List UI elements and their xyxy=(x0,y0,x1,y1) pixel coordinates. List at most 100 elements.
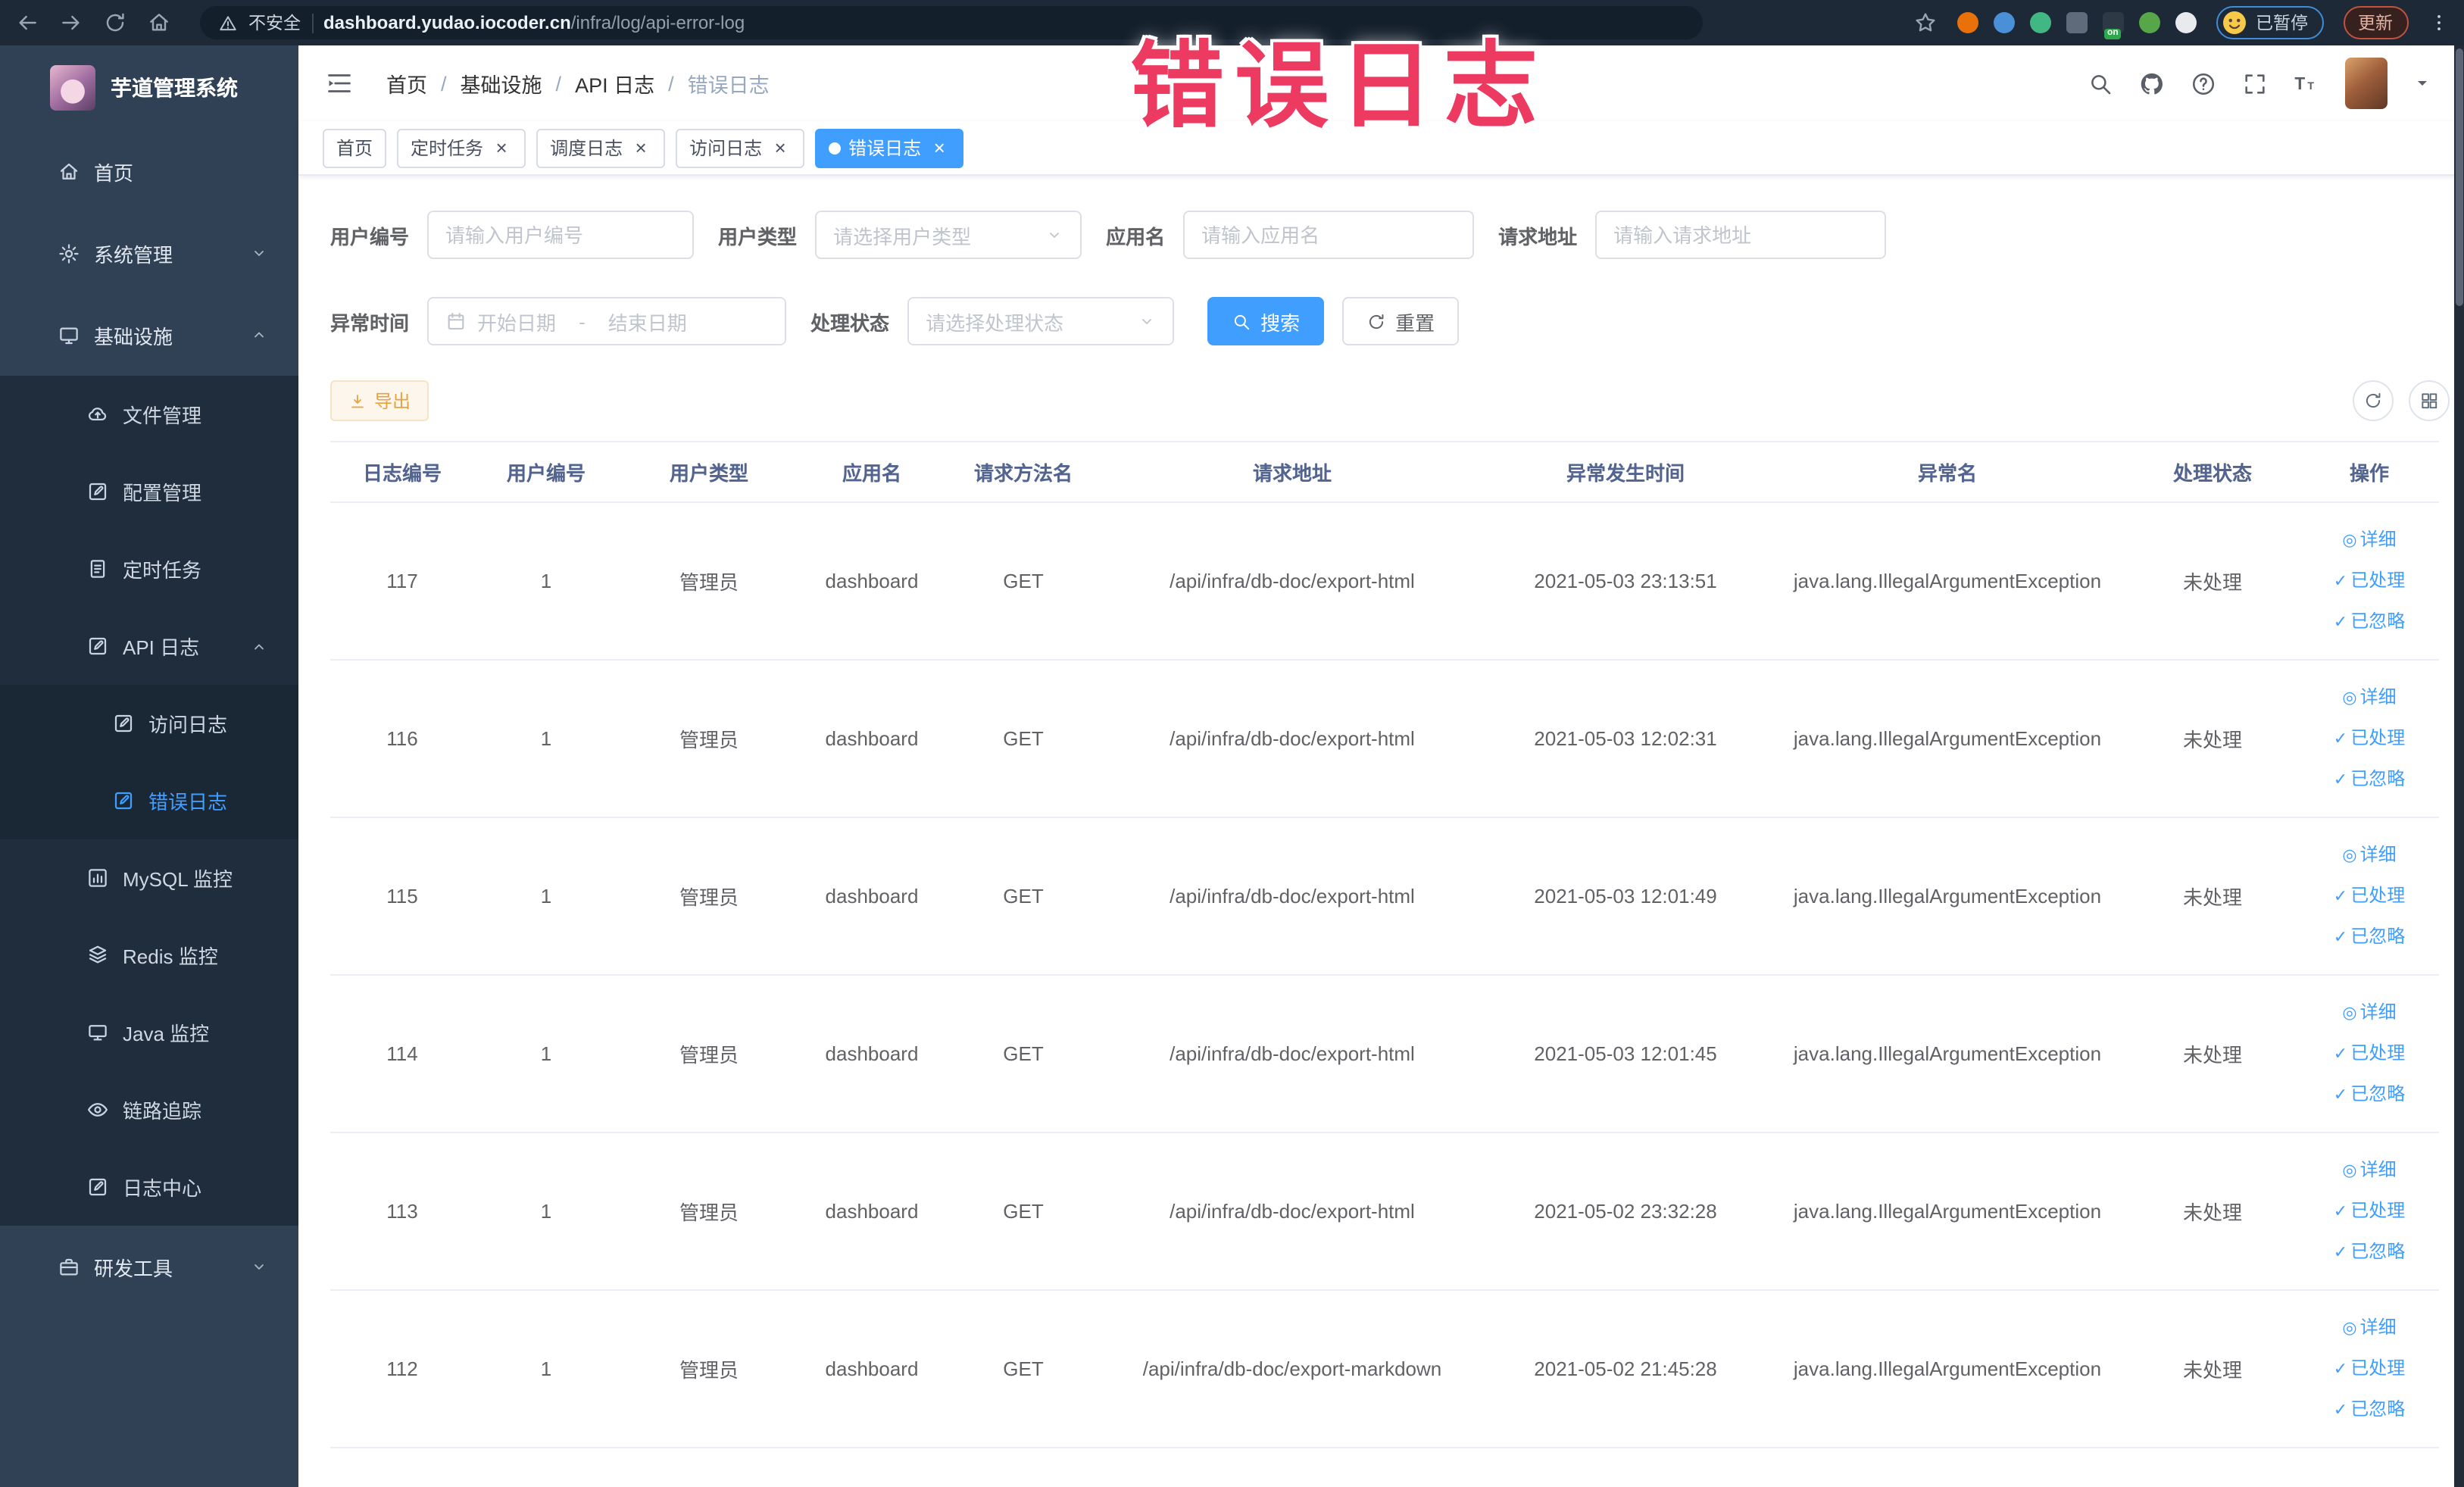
mark-processed-link[interactable]: ✓ 已处理 xyxy=(2306,1191,2433,1232)
export-button[interactable]: 导出 xyxy=(330,380,429,421)
browser-menu-icon[interactable] xyxy=(2428,11,2449,35)
cell-method: GET xyxy=(944,660,1103,818)
request-url-input[interactable] xyxy=(1595,211,1887,259)
browser-reload-icon[interactable] xyxy=(103,11,127,35)
sidebar-item-4[interactable]: 配置管理 xyxy=(0,453,298,530)
tab-访问日志[interactable]: 访问日志 × xyxy=(676,128,805,167)
search-button-label: 搜索 xyxy=(1260,311,1301,334)
detail-link[interactable]: ◎ 详细 xyxy=(2306,677,2433,718)
detail-link[interactable]: ◎ 详细 xyxy=(2306,992,2433,1033)
switch-on-extension-icon[interactable]: on xyxy=(2103,12,2124,39)
sidebar-item-10[interactable]: Redis 监控 xyxy=(0,917,298,994)
mark-processed-link[interactable]: ✓ 已处理 xyxy=(2306,561,2433,601)
user-avatar[interactable] xyxy=(2344,58,2387,109)
grid-extension-icon[interactable] xyxy=(2066,12,2088,33)
cell-user_type: 管理员 xyxy=(618,817,800,976)
edit-square-icon xyxy=(86,480,109,503)
detail-link[interactable]: ◎ 详细 xyxy=(2306,1150,2433,1191)
browser-back-icon[interactable] xyxy=(15,11,39,35)
tab-首页[interactable]: 首页 xyxy=(323,128,387,167)
tab-close-icon[interactable]: × xyxy=(770,136,791,158)
mark-processed-link[interactable]: ✓ 已处理 xyxy=(2306,876,2433,917)
sidebar-item-14[interactable]: 研发工具 xyxy=(0,1226,298,1307)
sidebar-item-12[interactable]: 链路追踪 xyxy=(0,1071,298,1148)
github-icon[interactable] xyxy=(2138,70,2164,96)
sidebar-item-9[interactable]: MySQL 监控 xyxy=(0,839,298,917)
mark-ignored-link-label: 已忽略 xyxy=(2350,768,2406,789)
reset-button[interactable]: 重置 xyxy=(1342,297,1460,345)
check-icon: ✓ xyxy=(2333,1401,2348,1420)
sidebar-item-1[interactable]: 系统管理 xyxy=(0,212,298,294)
tab-定时任务[interactable]: 定时任务 × xyxy=(397,128,526,167)
column-settings-button[interactable] xyxy=(2408,380,2449,421)
profile-paused-badge[interactable]: 已暂停 xyxy=(2216,6,2323,39)
search-button[interactable]: 搜索 xyxy=(1207,297,1325,345)
display-icon xyxy=(86,1021,109,1044)
view-icon: ◎ xyxy=(2342,847,2357,865)
cell-id: 113 xyxy=(330,1132,474,1291)
browser-home-icon[interactable] xyxy=(147,11,171,35)
mark-ignored-link[interactable]: ✓ 已忽略 xyxy=(2306,601,2433,642)
chevron-up-icon xyxy=(250,637,268,655)
refresh-table-button[interactable] xyxy=(2352,380,2393,421)
sidebar-item-8-active[interactable]: 错误日志 xyxy=(0,762,298,839)
sidebar-item-5[interactable]: 定时任务 xyxy=(0,530,298,608)
user-id-label: 用户编号 xyxy=(330,225,410,248)
detail-link[interactable]: ◎ 详细 xyxy=(2306,520,2433,561)
tab-close-icon[interactable]: × xyxy=(929,136,950,158)
tab-close-icon[interactable]: × xyxy=(630,136,651,158)
cell-user_type: 管理员 xyxy=(618,660,800,818)
user-menu-caret-icon[interactable] xyxy=(2412,74,2431,92)
mark-ignored-link[interactable]: ✓ 已忽略 xyxy=(2306,917,2433,957)
process-status-select[interactable]: 请选择处理状态 xyxy=(907,297,1175,345)
detail-link[interactable]: ◎ 详细 xyxy=(2306,1307,2433,1348)
font-size-icon[interactable]: TT xyxy=(2293,70,2319,96)
mark-ignored-link[interactable]: ✓ 已忽略 xyxy=(2306,1232,2433,1273)
table-row: 117 1 管理员 dashboard GET/api/infra/db-doc/exp… xyxy=(330,502,2439,661)
breadcrumb-item[interactable]: 首页 xyxy=(386,68,427,98)
table-row: 116 1 管理员 dashboard GET/api/infra/db-doc/exp… xyxy=(330,660,2439,818)
breadcrumb-item[interactable]: 基础设施 xyxy=(461,68,542,98)
mark-ignored-link[interactable]: ✓ 已忽略 xyxy=(2306,759,2433,800)
exception-time-range-picker[interactable]: 开始日期 - 结束日期 xyxy=(427,297,787,345)
sidebar-item-0[interactable]: 首页 xyxy=(0,130,298,212)
address-bar[interactable]: 不安全 dashboard.yudao.iocoder.cn/infra/log… xyxy=(200,6,1703,39)
export-button-label: 导出 xyxy=(374,391,411,412)
cell-id: 117 xyxy=(330,502,474,661)
search-icon[interactable] xyxy=(2087,70,2113,96)
puzzle-extension-icon[interactable] xyxy=(2175,12,2197,33)
browser-forward-icon[interactable] xyxy=(59,11,83,35)
browser-update-button[interactable]: 更新 xyxy=(2343,6,2408,39)
mark-ignored-link[interactable]: ✓ 已忽略 xyxy=(2306,1074,2433,1115)
mark-ignored-link[interactable]: ✓ 已忽略 xyxy=(2306,1389,2433,1430)
bookmark-star-icon[interactable] xyxy=(1913,11,1938,35)
mark-processed-link[interactable]: ✓ 已处理 xyxy=(2306,718,2433,759)
page-scrollbar[interactable] xyxy=(2453,45,2464,1487)
sidebar-item-6[interactable]: API 日志 xyxy=(0,608,298,685)
tab-close-icon[interactable]: × xyxy=(491,136,512,158)
sidebar-item-2[interactable]: 基础设施 xyxy=(0,294,298,376)
user-id-input[interactable] xyxy=(427,211,695,259)
user-type-select[interactable]: 请选择用户类型 xyxy=(815,211,1082,259)
orange-extension-icon[interactable] xyxy=(1957,12,1978,33)
sidebar-item-7[interactable]: 访问日志 xyxy=(0,685,298,762)
sidebar-item-3[interactable]: 文件管理 xyxy=(0,376,298,453)
app-name-input[interactable] xyxy=(1183,211,1475,259)
green-leaf-extension-icon[interactable] xyxy=(2139,12,2160,33)
help-icon[interactable] xyxy=(2190,70,2216,96)
breadcrumb-item[interactable]: API 日志 xyxy=(575,68,654,98)
scrollbar-thumb[interactable] xyxy=(2455,48,2462,306)
detail-link[interactable]: ◎ 详细 xyxy=(2306,835,2433,876)
cell-url: /api/infra/db-doc/export-html xyxy=(1103,1132,1482,1291)
green-v-extension-icon[interactable] xyxy=(2030,12,2051,33)
mark-processed-link[interactable]: ✓ 已处理 xyxy=(2306,1033,2433,1074)
date-end-placeholder: 结束日期 xyxy=(607,311,687,334)
fullscreen-icon[interactable] xyxy=(2241,70,2267,96)
sidebar-item-11[interactable]: Java 监控 xyxy=(0,994,298,1071)
sidebar-item-13[interactable]: 日志中心 xyxy=(0,1148,298,1226)
tab-错误日志[interactable]: 错误日志 × xyxy=(815,128,964,167)
tab-调度日志[interactable]: 调度日志 × xyxy=(536,128,666,167)
mark-processed-link[interactable]: ✓ 已处理 xyxy=(2306,1348,2433,1389)
sidebar-toggle-icon[interactable] xyxy=(326,70,353,97)
blue-shield-extension-icon[interactable] xyxy=(1994,12,2015,33)
